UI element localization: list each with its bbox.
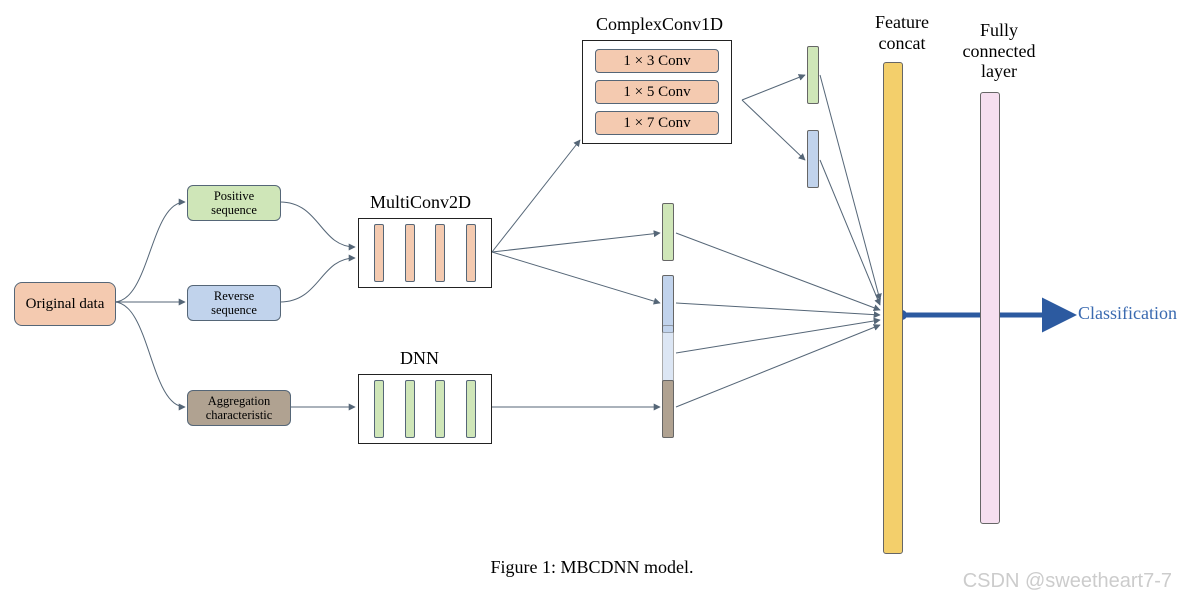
dnn-bar: [405, 380, 415, 438]
complex-out-green: [807, 46, 819, 104]
original-data-node: Original data: [14, 282, 116, 326]
aggregation-label: Aggregation characteristic: [206, 394, 273, 423]
conv-row-1x3: 1 × 3 Conv: [595, 49, 719, 73]
conv-row-1x5: 1 × 5 Conv: [595, 80, 719, 104]
complexconv1d-label: ComplexConv1D: [596, 14, 723, 35]
original-data-label: Original data: [26, 296, 105, 313]
positive-label: Positive sequence: [211, 189, 257, 218]
multiconv-bar: [405, 224, 415, 282]
multiconv2d-block: [358, 218, 492, 288]
mid-brown-bar: [662, 380, 674, 438]
conv-row-text: 1 × 3 Conv: [623, 53, 690, 70]
dnn-bar: [466, 380, 476, 438]
dnn-bar: [374, 380, 384, 438]
reverse-sequence-node: Reverse sequence: [187, 285, 281, 321]
dnn-block: [358, 374, 492, 444]
feature-concat-label: Feature concat: [862, 12, 942, 53]
conv-row-1x7: 1 × 7 Conv: [595, 111, 719, 135]
fully-connected-label: Fully connected layer: [949, 20, 1049, 82]
dnn-bar: [435, 380, 445, 438]
multiconv-bar: [435, 224, 445, 282]
feature-concat-bar: [883, 62, 903, 554]
mid-blue2-bar: [662, 325, 674, 383]
mid-green-bar: [662, 203, 674, 261]
reverse-label: Reverse sequence: [211, 289, 257, 318]
watermark-text: CSDN @sweetheart7-7: [963, 570, 1172, 593]
conv-row-text: 1 × 5 Conv: [623, 84, 690, 101]
classification-output-label: Classification: [1078, 303, 1177, 324]
conv-row-text: 1 × 7 Conv: [623, 115, 690, 132]
multiconv2d-label: MultiConv2D: [370, 192, 471, 213]
multiconv-bar: [466, 224, 476, 282]
complex-out-blue: [807, 130, 819, 188]
complexconv1d-block: 1 × 3 Conv 1 × 5 Conv 1 × 7 Conv: [582, 40, 732, 144]
fully-connected-bar: [980, 92, 1000, 524]
dnn-label: DNN: [400, 348, 439, 369]
positive-sequence-node: Positive sequence: [187, 185, 281, 221]
aggregation-node: Aggregation characteristic: [187, 390, 291, 426]
caption-text: Figure 1: MBCDNN model.: [490, 557, 693, 577]
multiconv-bar: [374, 224, 384, 282]
